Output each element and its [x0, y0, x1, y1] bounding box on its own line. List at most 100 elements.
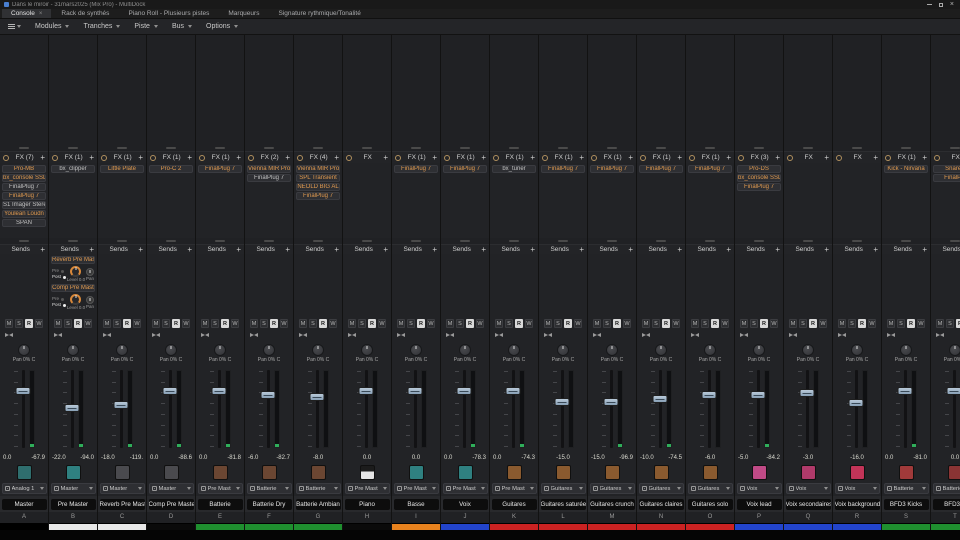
fx-slot[interactable]: bx_console SSL [737, 174, 781, 182]
fader-handle[interactable] [506, 387, 521, 395]
volume-value[interactable]: 0.0 [444, 455, 452, 461]
pre-post-toggle[interactable]: PrePost [52, 269, 66, 279]
mute-button[interactable]: M [691, 319, 699, 328]
volume-value[interactable]: -22.0 [52, 455, 66, 461]
microphone-icon[interactable] [850, 465, 865, 480]
section-resize-handle[interactable] [215, 240, 225, 242]
add-fx-icon[interactable]: + [89, 155, 94, 161]
track-name[interactable]: Basse [394, 499, 439, 510]
reverb-icon[interactable] [115, 465, 130, 480]
mute-button[interactable]: M [250, 319, 258, 328]
pan-knob[interactable] [753, 344, 765, 356]
add-send-icon[interactable]: + [138, 247, 143, 253]
electric-guitar-icon[interactable] [556, 465, 571, 480]
section-resize-handle[interactable] [68, 240, 78, 242]
electric-guitar-icon[interactable] [507, 465, 522, 480]
volume-value[interactable]: -15.0 [591, 455, 605, 461]
output-select[interactable]: Voix [737, 483, 782, 494]
add-fx-icon[interactable]: + [334, 155, 339, 161]
output-select[interactable]: Analog 1 [2, 483, 47, 494]
microphone-icon[interactable] [458, 465, 473, 480]
solo-button[interactable]: S [701, 319, 709, 328]
section-resize-handle[interactable] [313, 147, 323, 149]
solo-button[interactable]: S [652, 319, 660, 328]
pan-knob[interactable] [116, 344, 128, 356]
stereo-format-icon[interactable] [593, 333, 601, 337]
drum-icon[interactable] [899, 465, 914, 480]
output-select[interactable]: Pre Mast [443, 483, 488, 494]
track-name[interactable]: Guitares [492, 499, 537, 510]
power-icon[interactable] [248, 155, 254, 161]
mute-button[interactable]: M [740, 319, 748, 328]
tab-piano-roll-plusieurs-pistes[interactable]: Piano Roll - Plusieurs pistes [119, 9, 218, 18]
microphone-icon[interactable] [801, 465, 816, 480]
solo-button[interactable]: S [799, 319, 807, 328]
record-button[interactable]: R [319, 319, 327, 328]
mute-button[interactable]: M [103, 319, 111, 328]
output-select[interactable]: Guitares [639, 483, 684, 494]
record-button[interactable]: R [956, 319, 960, 328]
fx-slot[interactable]: SPAN [2, 219, 46, 227]
stereo-format-icon[interactable] [299, 333, 307, 337]
fx-slot[interactable]: Little Plate [100, 165, 144, 173]
power-icon[interactable] [689, 155, 695, 161]
section-resize-handle[interactable] [803, 240, 813, 242]
add-fx-icon[interactable]: + [530, 155, 535, 161]
output-select[interactable]: Guitares [590, 483, 635, 494]
track-name[interactable]: Piano [345, 499, 390, 510]
pre-option[interactable]: Pre [52, 269, 66, 273]
mute-button[interactable]: M [446, 319, 454, 328]
mute-button[interactable]: M [495, 319, 503, 328]
stereo-format-icon[interactable] [250, 333, 258, 337]
power-icon[interactable] [885, 155, 891, 161]
add-fx-icon[interactable]: + [236, 155, 241, 161]
fader-track[interactable] [414, 370, 417, 448]
send-level-knob[interactable] [70, 266, 81, 277]
add-fx-icon[interactable]: + [628, 155, 633, 161]
section-resize-handle[interactable] [656, 240, 666, 242]
add-fx-icon[interactable]: + [40, 155, 45, 161]
fader-handle[interactable] [408, 387, 423, 395]
add-fx-icon[interactable]: + [873, 155, 878, 161]
output-select[interactable]: Batterie [247, 483, 292, 494]
compressor-icon[interactable] [164, 465, 179, 480]
record-button[interactable]: R [662, 319, 670, 328]
track-name[interactable]: Guitares crunch [590, 499, 635, 510]
section-resize-handle[interactable] [705, 147, 715, 149]
add-send-icon[interactable]: + [187, 247, 192, 253]
fader-handle[interactable] [800, 389, 815, 397]
fx-slot[interactable]: FinalPlug 7 [639, 165, 683, 173]
fader-handle[interactable] [702, 391, 717, 399]
write-button[interactable]: W [574, 319, 582, 328]
add-send-icon[interactable]: + [775, 247, 780, 253]
section-resize-handle[interactable] [19, 240, 29, 242]
section-resize-handle[interactable] [313, 240, 323, 242]
section-resize-handle[interactable] [705, 240, 715, 242]
track-name[interactable]: Guitares solo [688, 499, 733, 510]
record-button[interactable]: R [907, 319, 915, 328]
stereo-format-icon[interactable] [201, 333, 209, 337]
fx-slot[interactable]: FinalPlug 7 [394, 165, 438, 173]
power-icon[interactable] [934, 155, 940, 161]
fx-slot[interactable]: Pro-C 2 [149, 165, 193, 173]
volume-value[interactable]: -6.0 [705, 455, 715, 461]
fx-slot[interactable]: Pro-DS [737, 165, 781, 173]
pan-knob[interactable] [949, 344, 960, 356]
stereo-format-icon[interactable] [740, 333, 748, 337]
write-button[interactable]: W [280, 319, 288, 328]
fx-slot[interactable]: FinalPlu [933, 174, 960, 182]
record-button[interactable]: R [221, 319, 229, 328]
drum-kit-icon[interactable] [262, 465, 277, 480]
track-name[interactable]: Voix secondaires [786, 499, 831, 510]
write-button[interactable]: W [329, 319, 337, 328]
menu-bus[interactable]: Bus [172, 23, 192, 30]
pan-knob[interactable] [214, 344, 226, 356]
add-send-icon[interactable]: + [873, 247, 878, 253]
menu-options[interactable]: Options [206, 23, 238, 30]
section-resize-handle[interactable] [117, 147, 127, 149]
fader-track[interactable] [659, 370, 662, 448]
speaker-icon[interactable] [66, 465, 81, 480]
section-resize-handle[interactable] [68, 147, 78, 149]
write-button[interactable]: W [427, 319, 435, 328]
fader-track[interactable] [22, 370, 25, 448]
